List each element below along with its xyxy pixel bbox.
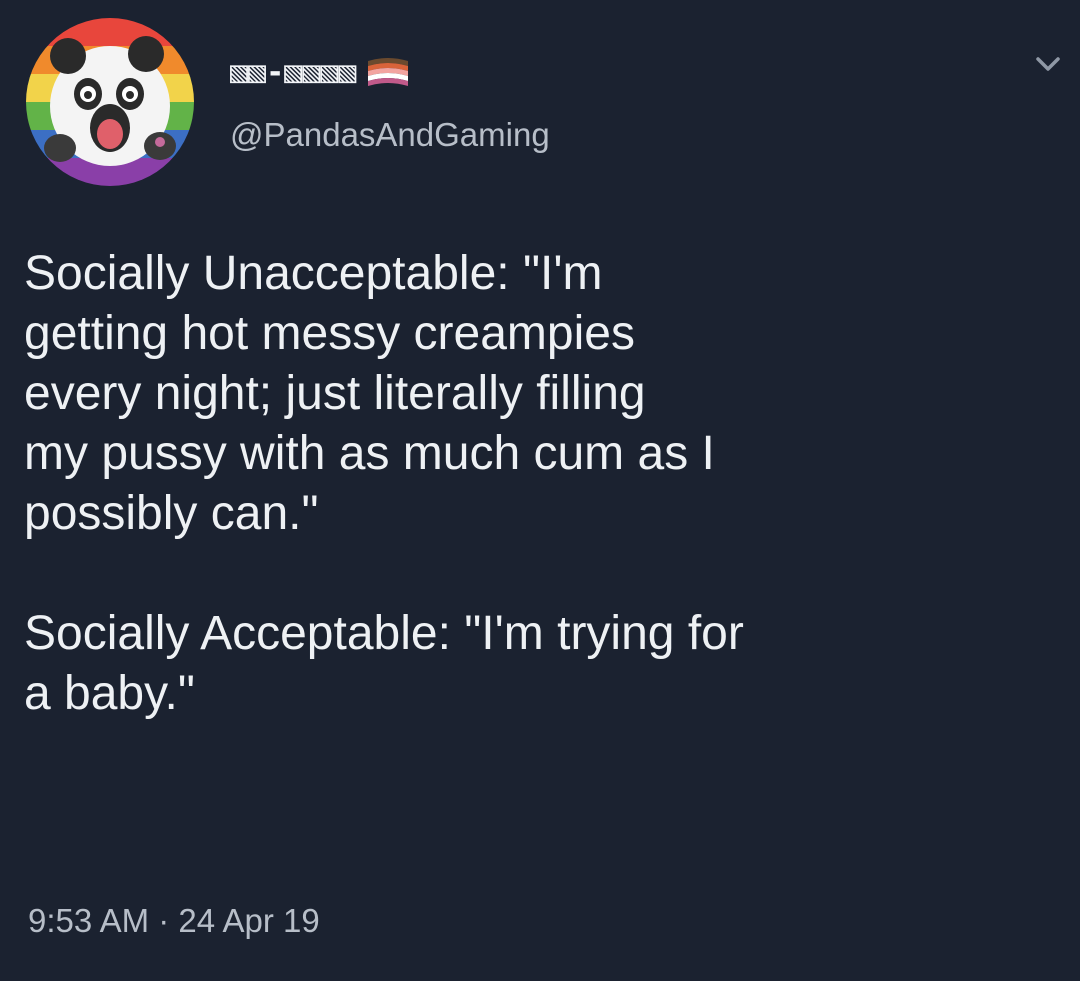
pride-flag-icon (368, 57, 409, 87)
chevron-down-icon[interactable] (1030, 50, 1066, 80)
display-name[interactable]: ▧▧-▧▧▧▧ (230, 55, 356, 90)
panda-avatar-icon (26, 18, 194, 186)
author-handle[interactable]: @PandasAndGaming (230, 116, 550, 154)
tweet-paragraph: Socially Unacceptable: "I'm getting hot … (24, 247, 715, 540)
tweet-card: ▧▧-▧▧▧▧ @PandasAndGaming Socially Unacce… (0, 0, 1080, 981)
author-name-row[interactable]: ▧▧-▧▧▧▧ (230, 52, 409, 92)
tweet-text: Socially Unacceptable: "I'm getting hot … (24, 244, 1064, 724)
avatar[interactable] (26, 18, 194, 186)
tweet-paragraph: Socially Acceptable: "I'm trying for a b… (24, 607, 744, 720)
tweet-timestamp[interactable]: 9:53 AM · 24 Apr 19 (28, 902, 320, 940)
